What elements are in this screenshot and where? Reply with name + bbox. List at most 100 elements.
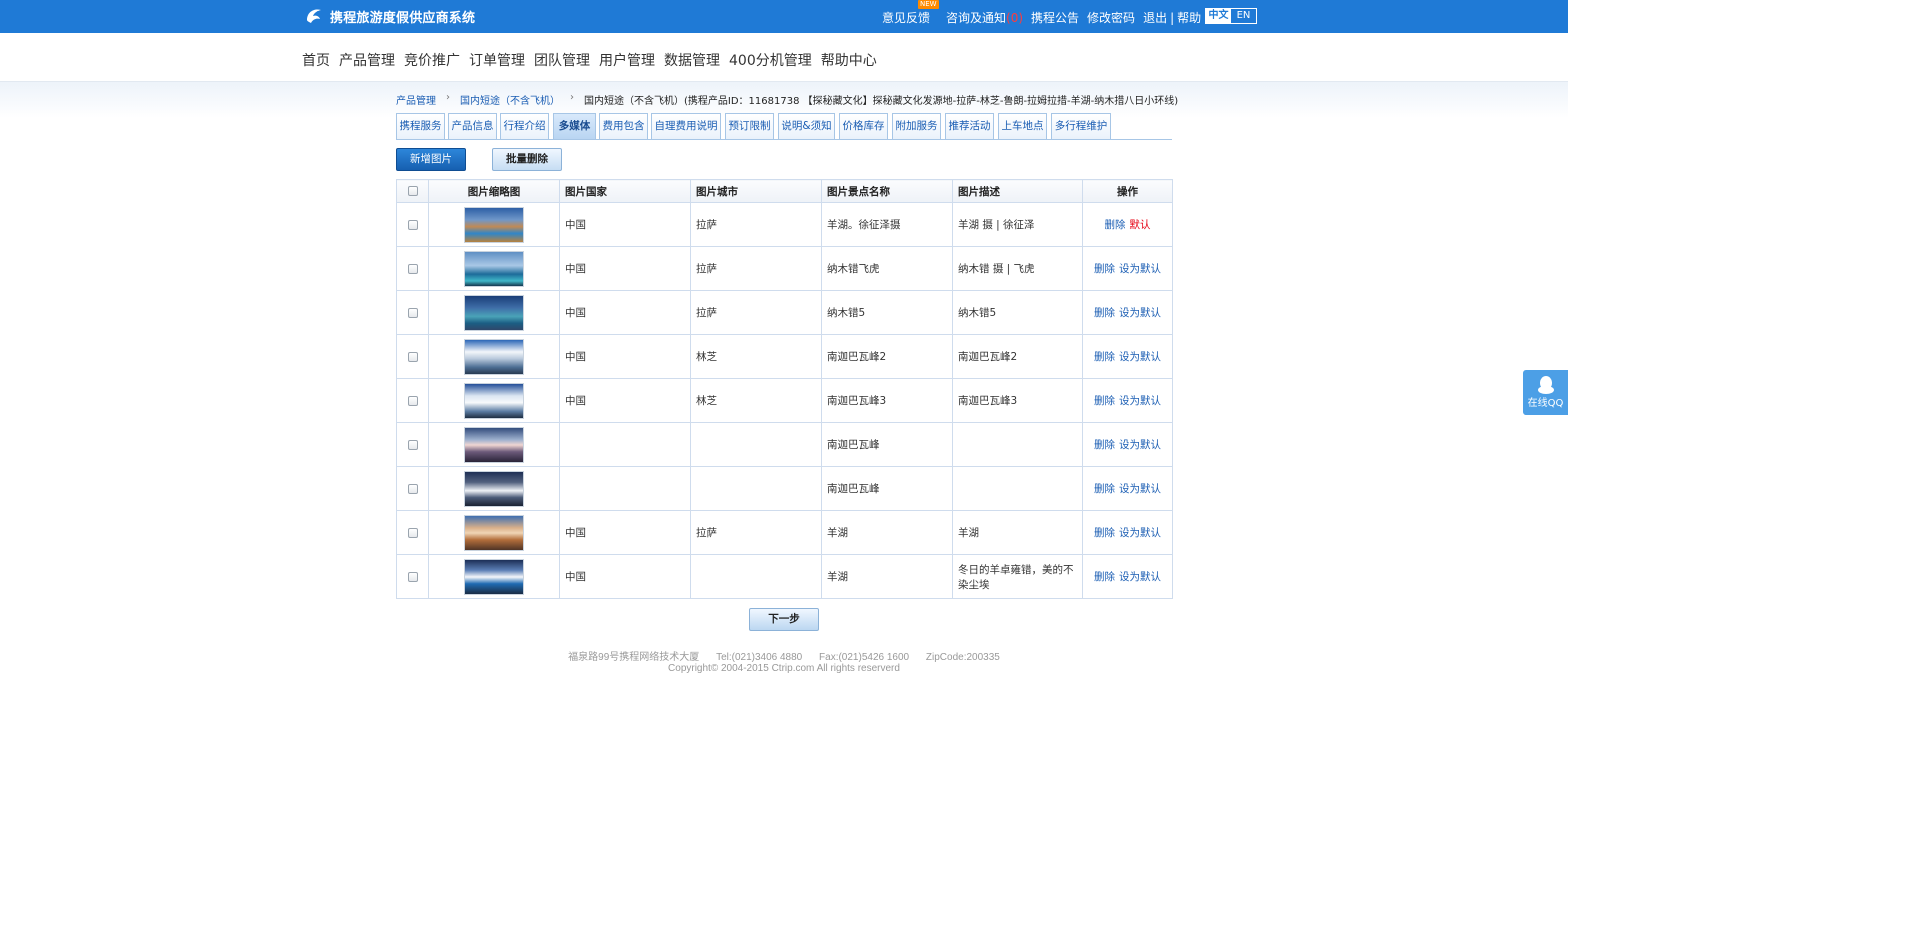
delete-link[interactable]: 删除: [1094, 527, 1115, 539]
nav-user-management[interactable]: 用户管理: [599, 50, 655, 70]
action-cell: 删除 设为默认: [1082, 554, 1173, 599]
footer-zip: ZipCode:200335: [925, 652, 1000, 663]
tab-product-info[interactable]: 产品信息: [448, 113, 497, 139]
lang-zh-button[interactable]: 中文: [1206, 9, 1231, 23]
nav-data-management[interactable]: 数据管理: [664, 50, 720, 70]
feedback-link[interactable]: 意见反馈 NEW: [882, 0, 939, 26]
action-cell: 删除 设为默认: [1082, 510, 1173, 555]
nav-help-center[interactable]: 帮助中心: [821, 50, 877, 70]
set-default-link[interactable]: 设为默认: [1119, 527, 1161, 539]
add-image-button[interactable]: 新增图片: [396, 148, 466, 171]
row-checkbox[interactable]: [407, 307, 418, 318]
top-bar: 携程旅游度假供应商系统 意见反馈 NEW 咨询及通知(0) 携程公告 修改密码 退…: [0, 0, 1568, 33]
thumbnail-cell: [428, 466, 560, 511]
batch-delete-button[interactable]: 批量删除: [492, 148, 562, 171]
image-thumbnail[interactable]: [464, 426, 524, 463]
notice-link[interactable]: 咨询及通知(0): [946, 9, 1023, 26]
country-cell: [559, 466, 691, 511]
row-checkbox[interactable]: [407, 439, 418, 450]
nav-product-management[interactable]: 产品管理: [339, 50, 395, 70]
tab-itinerary[interactable]: 行程介绍: [500, 113, 549, 139]
image-thumbnail[interactable]: [464, 470, 524, 507]
tab-notes[interactable]: 说明&须知: [778, 113, 835, 139]
nav-400-extension[interactable]: 400分机管理: [729, 50, 812, 70]
nav-order-management[interactable]: 订单管理: [469, 50, 525, 70]
delete-link[interactable]: 删除: [1094, 263, 1115, 275]
set-default-link[interactable]: 设为默认: [1119, 395, 1161, 407]
row-checkbox[interactable]: [407, 483, 418, 494]
image-thumbnail[interactable]: [464, 558, 524, 595]
image-thumbnail[interactable]: [464, 338, 524, 375]
tab-recommended-activities[interactable]: 推荐活动: [945, 113, 994, 139]
logo[interactable]: 携程旅游度假供应商系统: [304, 6, 475, 26]
action-cell: 删除 设为默认: [1082, 466, 1173, 511]
nav-home[interactable]: 首页: [302, 50, 330, 70]
image-thumbnail[interactable]: [464, 294, 524, 331]
row-checkbox[interactable]: [407, 571, 418, 582]
row-checkbox[interactable]: [407, 351, 418, 362]
tab-extra-services[interactable]: 附加服务: [892, 113, 941, 139]
header-action: 操作: [1082, 179, 1173, 203]
set-default-link[interactable]: 设为默认: [1119, 439, 1161, 451]
select-all-checkbox[interactable]: [407, 186, 418, 196]
image-thumbnail[interactable]: [464, 382, 524, 419]
tab-multi-itinerary[interactable]: 多行程维护: [1051, 113, 1111, 139]
set-default-link[interactable]: 设为默认: [1119, 307, 1161, 319]
city-cell: 拉萨: [690, 510, 822, 555]
header-description: 图片描述: [952, 179, 1083, 203]
help-link[interactable]: 帮助: [1177, 9, 1201, 26]
tab-pickup-points[interactable]: 上车地点: [998, 113, 1047, 139]
city-cell: [690, 422, 822, 467]
delete-link[interactable]: 删除: [1105, 219, 1126, 231]
online-qq-widget[interactable]: 在线QQ: [1523, 370, 1568, 415]
nav-bidding-promotion[interactable]: 竞价推广: [404, 50, 460, 70]
description-cell: 冬日的羊卓雍错，美的不染尘埃: [952, 554, 1083, 599]
tab-self-pay-fees[interactable]: 自理费用说明: [651, 113, 721, 139]
set-default-link[interactable]: 设为默认: [1119, 263, 1161, 275]
row-checkbox[interactable]: [407, 527, 418, 538]
next-step-button[interactable]: 下一步: [749, 608, 819, 631]
chevron-right-icon: ›: [570, 92, 574, 103]
image-thumbnail[interactable]: [464, 250, 524, 287]
change-password-link[interactable]: 修改密码: [1087, 9, 1135, 26]
spot-cell: 南迦巴瓦峰: [821, 466, 953, 511]
city-cell: [690, 466, 822, 511]
image-table: 图片缩略图 图片国家 图片城市 图片景点名称 图片描述 操作 中国 拉萨 羊湖。…: [396, 179, 1173, 599]
image-thumbnail[interactable]: [464, 514, 524, 551]
delete-link[interactable]: 删除: [1094, 351, 1115, 363]
header-country: 图片国家: [559, 179, 691, 203]
link-divider: |: [1170, 10, 1175, 25]
set-default-link[interactable]: 设为默认: [1119, 483, 1161, 495]
tab-fee-included[interactable]: 费用包含: [599, 113, 648, 139]
table-row: 南迦巴瓦峰 删除 设为默认: [396, 466, 1173, 511]
thumbnail-cell: [428, 378, 560, 423]
nav-team-management[interactable]: 团队管理: [534, 50, 590, 70]
tab-booking-limits[interactable]: 预订限制: [725, 113, 774, 139]
thumbnail-cell: [428, 422, 560, 467]
tab-ctrip-service[interactable]: 携程服务: [396, 113, 445, 139]
lang-en-button[interactable]: EN: [1231, 9, 1256, 23]
delete-link[interactable]: 删除: [1094, 571, 1115, 583]
row-checkbox[interactable]: [407, 395, 418, 406]
select-all-cell: [396, 179, 429, 203]
delete-link[interactable]: 删除: [1094, 395, 1115, 407]
breadcrumb-product-management[interactable]: 产品管理: [396, 92, 436, 107]
delete-link[interactable]: 删除: [1094, 483, 1115, 495]
set-default-link[interactable]: 设为默认: [1119, 351, 1161, 363]
tab-multimedia[interactable]: 多媒体: [553, 113, 596, 139]
logout-link[interactable]: 退出: [1143, 9, 1167, 26]
delete-link[interactable]: 删除: [1094, 307, 1115, 319]
row-select-cell: [396, 554, 429, 599]
spot-cell: 羊湖。徐征泽摄: [821, 202, 953, 247]
set-default-link[interactable]: 设为默认: [1119, 571, 1161, 583]
row-checkbox[interactable]: [407, 219, 418, 230]
footer-address: 福泉路99号携程网络技术大厦: [568, 652, 700, 663]
breadcrumb-category[interactable]: 国内短途（不含飞机）: [460, 92, 560, 107]
spot-cell: 纳木错5: [821, 290, 953, 335]
delete-link[interactable]: 删除: [1094, 439, 1115, 451]
image-thumbnail[interactable]: [464, 206, 524, 243]
tab-price-inventory[interactable]: 价格库存: [839, 113, 888, 139]
row-checkbox[interactable]: [407, 263, 418, 274]
announcement-link[interactable]: 携程公告: [1031, 9, 1079, 26]
table-row: 中国 拉萨 羊湖。徐征泽摄 羊湖 摄 | 徐征泽 删除 默认: [396, 202, 1173, 247]
